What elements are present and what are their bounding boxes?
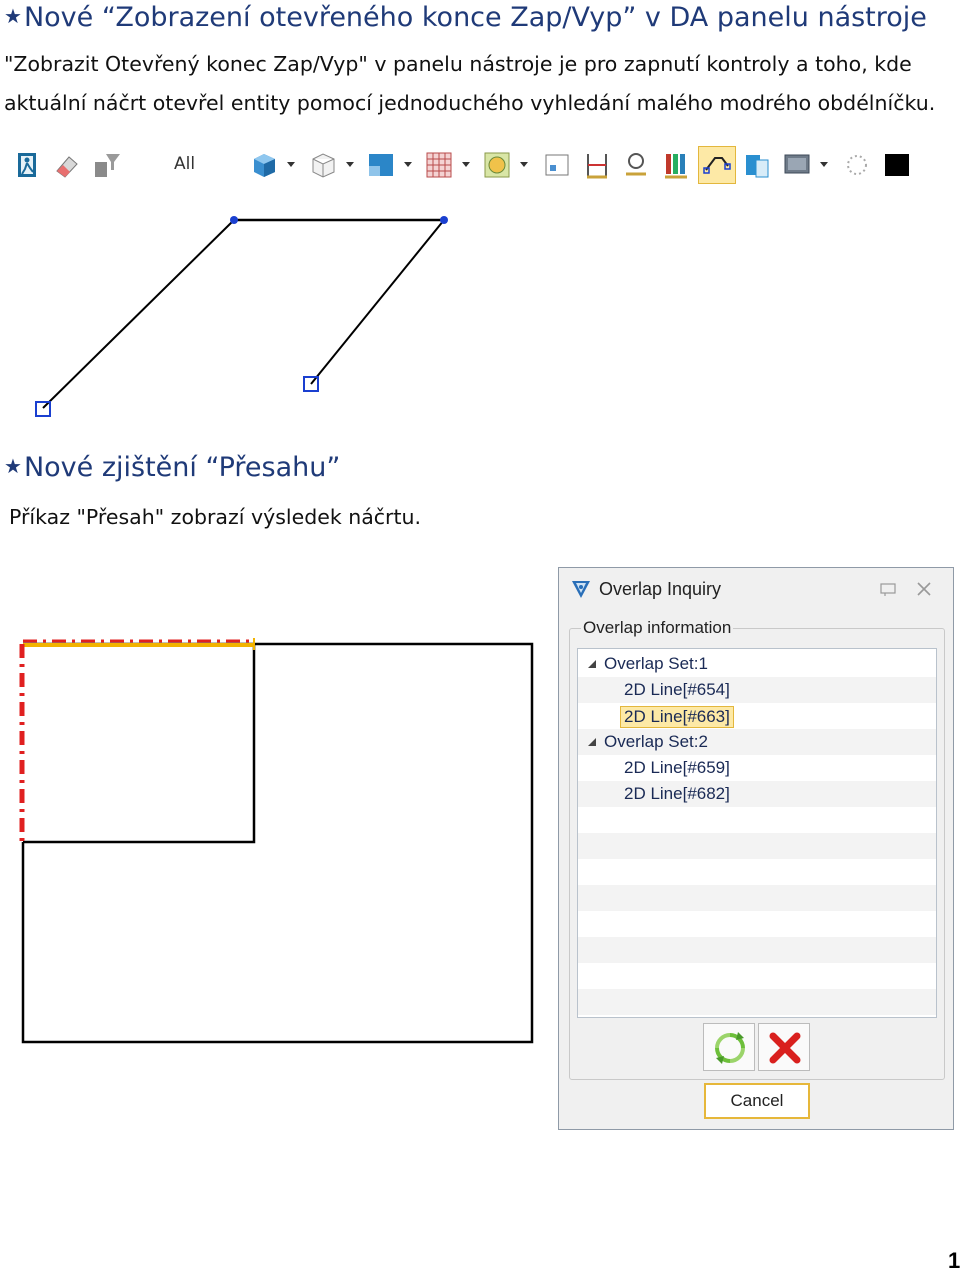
section1-heading: ★Nové “Zobrazení otevřeného konce Zap/Vy… bbox=[4, 2, 927, 33]
sketch-line-right bbox=[310, 219, 445, 385]
filter-icon[interactable] bbox=[92, 150, 122, 180]
book-icon[interactable] bbox=[742, 150, 772, 180]
group-label: Overlap information bbox=[581, 618, 734, 638]
sketch-point bbox=[440, 216, 448, 224]
pin-icon[interactable] bbox=[879, 580, 897, 598]
section2-heading-text: Nové zjištění “Přesahu” bbox=[23, 452, 341, 483]
render-icon[interactable] bbox=[482, 150, 512, 180]
chevron-down-icon[interactable] bbox=[346, 162, 354, 168]
chevron-down-icon[interactable] bbox=[520, 162, 528, 168]
expand-triangle-icon[interactable] bbox=[588, 738, 596, 746]
empty-row bbox=[578, 911, 936, 937]
eraser-icon[interactable] bbox=[52, 150, 82, 180]
page-number: 1 bbox=[948, 1248, 960, 1273]
section1-heading-text: Nové “Zobrazení otevřeného konce Zap/Vyp… bbox=[23, 2, 927, 33]
delete-icon bbox=[769, 1032, 801, 1064]
star-icon: ★ bbox=[4, 454, 22, 478]
exit-icon[interactable] bbox=[12, 150, 42, 180]
close-icon[interactable] bbox=[915, 580, 933, 598]
empty-row bbox=[578, 937, 936, 963]
stamp-icon[interactable] bbox=[621, 150, 651, 180]
overlap-inquiry-dialog: Overlap Inquiry Overlap information Over… bbox=[558, 567, 954, 1130]
empty-row bbox=[578, 989, 936, 1015]
overlap-sketch bbox=[19, 638, 534, 1044]
chevron-down-icon[interactable] bbox=[287, 162, 295, 168]
color-bars-icon[interactable] bbox=[661, 150, 691, 180]
expand-triangle-icon[interactable] bbox=[588, 660, 596, 668]
sketch-point bbox=[230, 216, 238, 224]
app-icon bbox=[569, 577, 593, 601]
delete-button[interactable] bbox=[758, 1023, 810, 1071]
empty-row bbox=[578, 807, 936, 833]
section1-text-line2: aktuální náčrt otevřel entity pomocí jed… bbox=[4, 91, 936, 115]
tree-row[interactable]: Overlap Set:2 bbox=[578, 729, 936, 755]
tree-node-label: Overlap Set:1 bbox=[604, 654, 708, 673]
view-icon[interactable] bbox=[366, 150, 396, 180]
dotted-circle-icon[interactable] bbox=[842, 150, 872, 180]
tree-row[interactable]: 2D Line[#659] bbox=[578, 755, 936, 781]
tree-row[interactable]: Overlap Set:1 bbox=[578, 651, 936, 677]
chevron-down-icon[interactable] bbox=[462, 162, 470, 168]
open-end-sketch bbox=[35, 216, 448, 417]
sketch-line-left bbox=[42, 219, 235, 409]
black-square-icon[interactable] bbox=[882, 150, 912, 180]
empty-row bbox=[578, 833, 936, 859]
dimension-icon[interactable] bbox=[582, 150, 612, 180]
empty-row bbox=[578, 885, 936, 911]
chevron-down-icon[interactable] bbox=[404, 162, 412, 168]
shaded-cube-icon[interactable] bbox=[249, 150, 279, 180]
refresh-button[interactable] bbox=[703, 1023, 755, 1071]
empty-row bbox=[578, 859, 936, 885]
dialog-title: Overlap Inquiry bbox=[599, 579, 722, 599]
tree-node-label: 2D Line[#682] bbox=[624, 784, 730, 803]
open-end-icon[interactable] bbox=[702, 150, 732, 180]
refresh-icon bbox=[715, 1032, 745, 1064]
tree-node-label: Overlap Set:2 bbox=[604, 732, 708, 751]
tree-row[interactable]: 2D Line[#663] bbox=[578, 703, 936, 729]
da-toolbar: All bbox=[6, 144, 926, 186]
section1-text-line1: "Zobrazit Otevřený konec Zap/Vyp" v pane… bbox=[4, 52, 912, 76]
tree-row[interactable]: 2D Line[#682] bbox=[578, 781, 936, 807]
tree-row[interactable]: 2D Line[#654] bbox=[578, 677, 936, 703]
cancel-button[interactable]: Cancel bbox=[704, 1083, 810, 1119]
overlap-tree[interactable]: Overlap Set:1 2D Line[#654] 2D Line[#663… bbox=[577, 648, 937, 1018]
tree-node-label: 2D Line[#654] bbox=[624, 680, 730, 699]
wireframe-cube-icon[interactable] bbox=[308, 150, 338, 180]
frame-icon[interactable] bbox=[542, 150, 572, 180]
chevron-down-icon[interactable] bbox=[820, 162, 828, 168]
grid-icon[interactable] bbox=[424, 150, 454, 180]
section2-heading: ★Nové zjištění “Přesahu” bbox=[4, 452, 340, 483]
section2-text-line1: Příkaz "Přesah" zobrazí výsledek náčrtu. bbox=[9, 505, 422, 529]
inner-rectangle bbox=[23, 644, 256, 844]
monitor-icon[interactable] bbox=[782, 150, 812, 180]
tree-node-label-selected: 2D Line[#663] bbox=[620, 706, 734, 728]
star-icon: ★ bbox=[4, 4, 22, 28]
tree-node-label: 2D Line[#659] bbox=[624, 758, 730, 777]
all-label[interactable]: All bbox=[174, 154, 195, 174]
empty-row bbox=[578, 963, 936, 989]
